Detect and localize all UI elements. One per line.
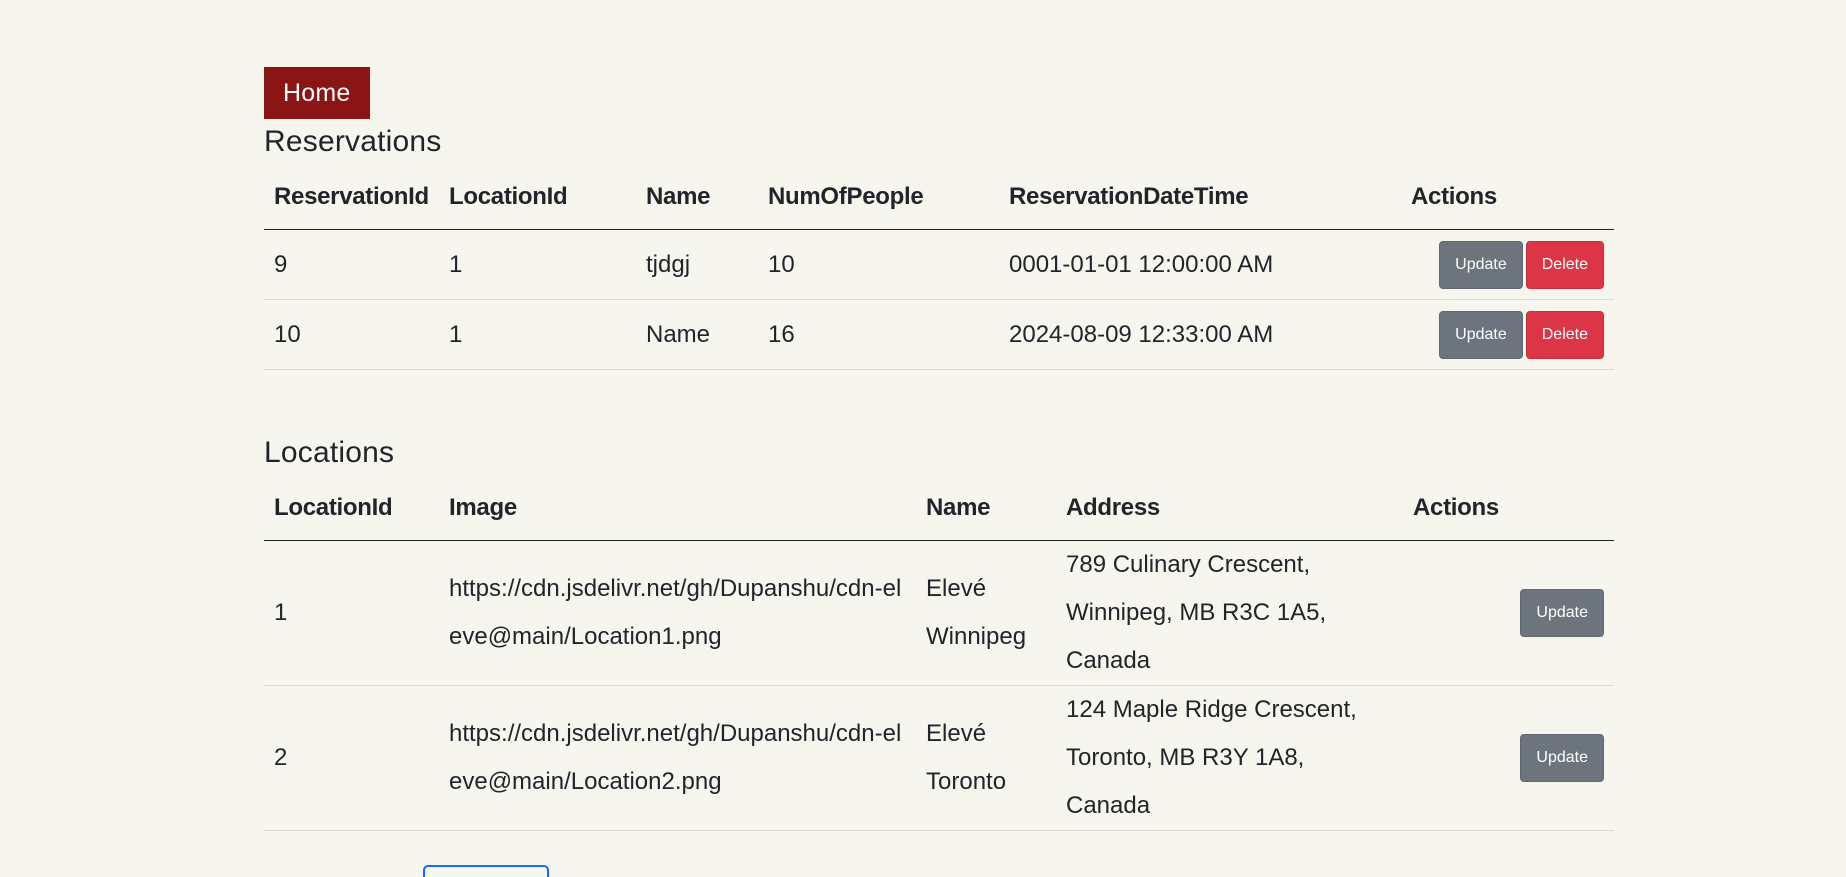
column-header: Actions (1403, 476, 1614, 541)
column-header: ReservationDateTime (999, 165, 1401, 230)
page-container: Home Reservations ReservationId Location… (264, 67, 1614, 831)
delete-button[interactable]: Delete (1525, 310, 1604, 359)
home-button[interactable]: Home (264, 67, 370, 119)
reservation-datetime-cell: 2024-08-09 12:33:00 AM (999, 299, 1401, 370)
column-header: LocationId (439, 165, 636, 230)
column-header: Name (916, 476, 1056, 541)
name-cell: Name (636, 299, 758, 370)
num-of-people-cell: 10 (758, 229, 999, 300)
locations-table: LocationId Image Name Address Actions 1 … (264, 476, 1614, 831)
add-button-partial[interactable] (423, 865, 549, 877)
reservation-datetime-cell: 0001-01-01 12:00:00 AM (999, 229, 1401, 300)
column-header: NumOfPeople (758, 165, 999, 230)
name-cell: tjdgj (636, 229, 758, 300)
location-id-cell: 1 (264, 540, 439, 686)
reservation-id-cell: 10 (264, 299, 439, 370)
update-button[interactable]: Update (1520, 589, 1604, 638)
table-row: 1 https://cdn.jsdelivr.net/gh/Dupanshu/c… (264, 540, 1614, 686)
delete-button[interactable]: Delete (1525, 240, 1604, 289)
column-header: ReservationId (264, 165, 439, 230)
update-button[interactable]: Update (1439, 310, 1523, 359)
table-row: 10 1 Name 16 2024-08-09 12:33:00 AM Upda… (264, 299, 1614, 370)
location-name-cell: Elevé Toronto (916, 685, 1056, 831)
location-id-cell: 2 (264, 685, 439, 831)
actions-cell: Update (1403, 685, 1614, 831)
table-header-row: LocationId Image Name Address Actions (264, 476, 1614, 541)
reservation-id-cell: 9 (264, 229, 439, 300)
location-id-cell: 1 (439, 229, 636, 300)
image-url-cell: https://cdn.jsdelivr.net/gh/Dupanshu/cdn… (439, 540, 916, 686)
location-id-cell: 1 (439, 299, 636, 370)
column-header: Name (636, 165, 758, 230)
address-cell: 789 Culinary Crescent, Winnipeg, MB R3C … (1056, 540, 1403, 686)
update-button[interactable]: Update (1439, 240, 1523, 289)
address-cell: 124 Maple Ridge Crescent, Toronto, MB R3… (1056, 685, 1403, 831)
image-url-cell: https://cdn.jsdelivr.net/gh/Dupanshu/cdn… (439, 685, 916, 831)
column-header: LocationId (264, 476, 439, 541)
location-name-cell: Elevé Winnipeg (916, 540, 1056, 686)
column-header: Address (1056, 476, 1403, 541)
column-header: Image (439, 476, 916, 541)
locations-title: Locations (264, 436, 395, 469)
reservations-title: Reservations (264, 125, 442, 158)
table-row: 9 1 tjdgj 10 0001-01-01 12:00:00 AM Upda… (264, 229, 1614, 300)
actions-cell: Update Delete (1401, 299, 1614, 370)
update-button[interactable]: Update (1520, 734, 1604, 783)
actions-cell: Update (1403, 540, 1614, 686)
num-of-people-cell: 16 (758, 299, 999, 370)
table-header-row: ReservationId LocationId Name NumOfPeopl… (264, 165, 1614, 230)
column-header: Actions (1401, 165, 1614, 230)
reservations-table: ReservationId LocationId Name NumOfPeopl… (264, 165, 1614, 370)
table-row: 2 https://cdn.jsdelivr.net/gh/Dupanshu/c… (264, 685, 1614, 831)
actions-cell: Update Delete (1401, 229, 1614, 300)
